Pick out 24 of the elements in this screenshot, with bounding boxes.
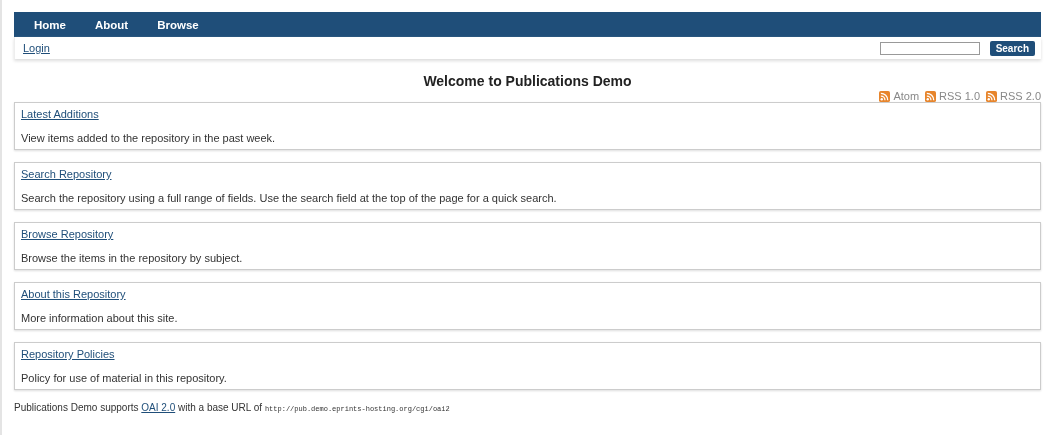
section-description: More information about this site. xyxy=(21,312,178,324)
rss-icon xyxy=(925,90,937,102)
nav-link[interactable]: Browse xyxy=(157,18,199,31)
login-link[interactable]: Login xyxy=(23,42,50,54)
section-link[interactable]: Repository Policies xyxy=(21,348,115,360)
feed-link[interactable]: Atom xyxy=(879,90,920,102)
section-link[interactable]: Browse Repository xyxy=(21,228,114,240)
section-description: Search the repository using a full range of fields. Use the search field at the top of the page for a quick search. xyxy=(21,192,557,204)
search-field[interactable] xyxy=(879,41,980,55)
feed-link[interactable]: RSS 1.0 xyxy=(925,90,981,102)
section-link[interactable]: Latest Additions xyxy=(21,108,99,120)
section-description: Policy for use of material in this repository. xyxy=(21,372,227,384)
nav-link[interactable]: Home xyxy=(34,18,66,31)
section-description: Browse the items in the repository by subject. xyxy=(21,252,243,264)
rss-icon xyxy=(879,90,891,102)
oai-link[interactable]: OAI 2.0 xyxy=(141,402,176,413)
nav-link[interactable]: About xyxy=(94,18,129,31)
rss-icon xyxy=(986,90,998,102)
search-button[interactable]: Search xyxy=(989,40,1035,56)
section-description: View items added to the repository in the past week. xyxy=(21,132,276,144)
section-link[interactable]: Search Repository xyxy=(21,168,112,180)
page-title: Welcome to Publications Demo xyxy=(423,73,632,89)
feed-link[interactable]: RSS 2.0 xyxy=(986,90,1041,102)
section-link[interactable]: About this Repository xyxy=(21,288,126,300)
